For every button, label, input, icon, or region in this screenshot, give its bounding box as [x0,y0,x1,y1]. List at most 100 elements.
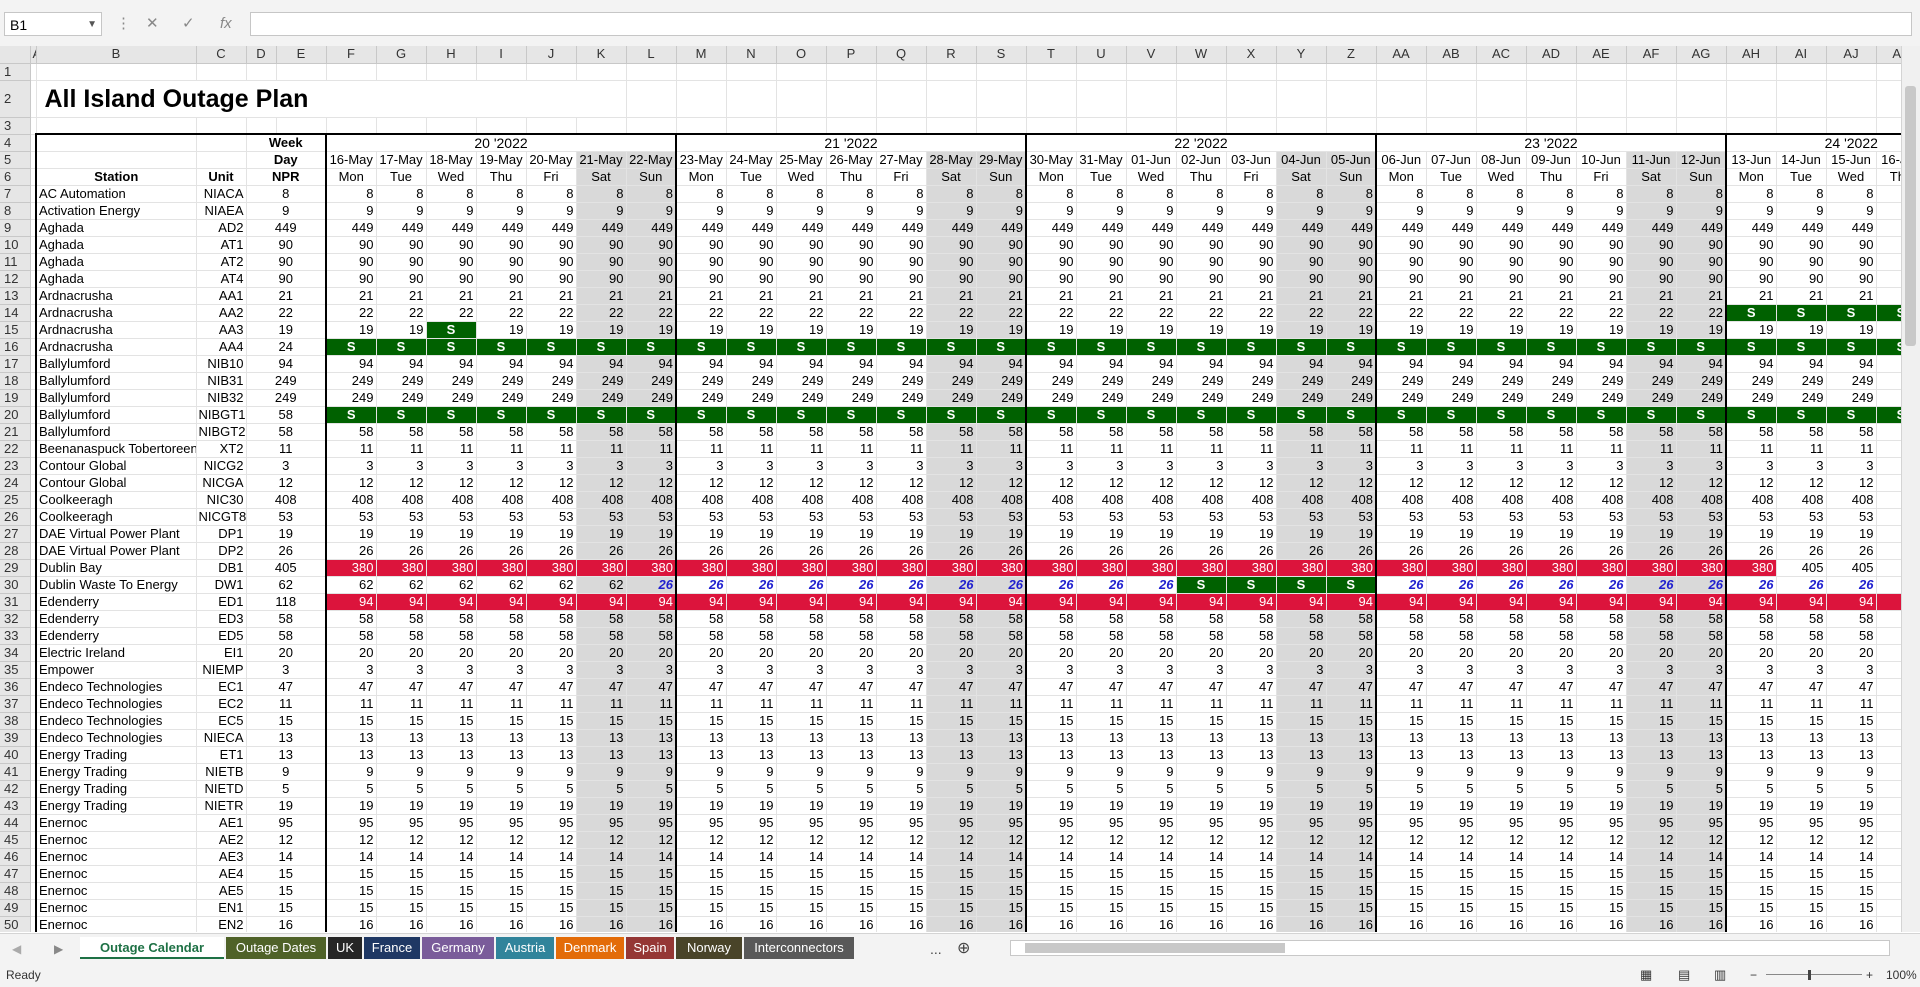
schedule-cell[interactable]: 249 [675,372,727,390]
schedule-cell[interactable]: 94 [376,355,427,373]
cell[interactable] [376,117,427,135]
schedule-cell[interactable]: 20 [1476,644,1527,662]
schedule-cell[interactable]: 22 [1375,304,1427,322]
schedule-cell[interactable]: 9 [926,763,977,781]
schedule-cell[interactable]: 15 [1276,712,1327,730]
schedule-cell[interactable]: S [626,338,677,356]
cell[interactable] [526,117,577,135]
schedule-cell[interactable]: 19 [1276,525,1327,543]
station-name[interactable]: Enernoc [35,814,197,832]
schedule-cell[interactable]: 58 [576,610,627,628]
cell[interactable] [776,117,827,135]
schedule-cell[interactable]: 408 [675,491,727,509]
schedule-cell[interactable]: 90 [1276,270,1327,288]
schedule-cell[interactable]: 13 [826,729,877,747]
schedule-cell[interactable]: 15 [1025,882,1077,900]
schedule-cell[interactable]: 26 [926,576,977,594]
schedule-cell[interactable]: 5 [1426,780,1477,798]
zoom-in-icon[interactable]: + [1866,963,1873,987]
schedule-cell[interactable]: 12 [1576,474,1627,492]
cell[interactable] [1476,80,1527,118]
schedule-cell[interactable]: 408 [1226,491,1277,509]
schedule-cell[interactable]: 15 [1676,882,1727,900]
schedule-cell[interactable]: 8 [1576,185,1627,203]
schedule-cell[interactable]: 58 [626,423,677,441]
schedule-cell[interactable]: 22 [1676,304,1727,322]
schedule-cell[interactable]: 21 [1826,287,1877,305]
schedule-cell[interactable]: 249 [726,389,777,407]
schedule-cell[interactable]: 58 [926,627,977,645]
schedule-cell[interactable]: 90 [526,236,577,254]
schedule-cell[interactable]: 58 [526,423,577,441]
schedule-cell[interactable]: 15 [926,899,977,917]
schedule-cell[interactable]: 90 [426,270,477,288]
schedule-cell[interactable]: 90 [1176,253,1227,271]
unit-code[interactable]: AT4 [196,270,247,288]
schedule-cell[interactable]: 90 [1476,236,1527,254]
column-header[interactable]: AF [1626,46,1677,64]
schedule-cell[interactable]: 53 [826,508,877,526]
schedule-cell[interactable]: 11 [1375,695,1427,713]
tab-next-icon[interactable]: ▶ [54,937,63,961]
schedule-cell[interactable]: 20 [626,644,677,662]
schedule-cell[interactable]: 3 [776,661,827,679]
schedule-cell[interactable]: 15 [926,712,977,730]
schedule-cell[interactable]: 90 [1526,236,1577,254]
schedule-cell[interactable]: 11 [1025,695,1077,713]
schedule-cell[interactable]: 12 [325,831,377,849]
schedule-cell[interactable]: S [1476,338,1527,356]
schedule-cell[interactable]: 94 [1725,593,1777,611]
schedule-cell[interactable]: 94 [1375,593,1427,611]
schedule-cell[interactable]: 13 [626,746,677,764]
schedule-cell[interactable]: 62 [325,576,377,594]
schedule-cell[interactable]: 8 [675,185,727,203]
schedule-cell[interactable]: 15 [1876,865,1902,883]
schedule-cell[interactable]: 90 [1226,253,1277,271]
schedule-cell[interactable]: 94 [1375,355,1427,373]
schedule-cell[interactable]: 449 [1676,219,1727,237]
schedule-cell[interactable]: 12 [526,831,577,849]
schedule-cell[interactable]: 380 [1476,559,1527,577]
schedule-cell[interactable]: 15 [1526,882,1577,900]
schedule-cell[interactable]: 12 [1526,831,1577,849]
schedule-cell[interactable]: 249 [526,372,577,390]
npr-value[interactable]: 9 [246,763,327,781]
row-header[interactable]: 30 [0,576,31,594]
schedule-cell[interactable]: S [426,338,477,356]
schedule-cell[interactable]: 19 [1426,321,1477,339]
schedule-cell[interactable]: 16 [1826,916,1877,932]
schedule-cell[interactable]: 13 [1576,729,1627,747]
cancel-icon[interactable]: ✕ [146,12,159,36]
schedule-cell[interactable]: 26 [876,542,927,560]
schedule-cell[interactable]: 94 [1526,593,1577,611]
row-header[interactable]: 45 [0,831,31,849]
schedule-cell[interactable]: 47 [976,678,1027,696]
schedule-cell[interactable]: 449 [1776,219,1827,237]
schedule-cell[interactable]: 19 [1826,321,1877,339]
schedule-cell[interactable]: 94 [1476,355,1527,373]
schedule-cell[interactable]: 15 [675,899,727,917]
schedule-cell[interactable]: 449 [776,219,827,237]
schedule-cell[interactable]: S [526,338,577,356]
schedule-cell[interactable]: 21 [726,287,777,305]
schedule-cell[interactable]: 15 [1725,712,1777,730]
cell[interactable] [1026,117,1077,135]
station-name[interactable]: Contour Global [35,457,197,475]
row-header[interactable]: 46 [0,848,31,866]
schedule-cell[interactable]: 19 [776,525,827,543]
schedule-cell[interactable]: 11 [526,695,577,713]
schedule-cell[interactable]: 5 [1725,780,1777,798]
schedule-cell[interactable]: 12 [1876,474,1902,492]
schedule-cell[interactable]: 11 [675,440,727,458]
schedule-cell[interactable]: 13 [1826,746,1877,764]
schedule-cell[interactable]: 94 [325,593,377,611]
schedule-cell[interactable]: 13 [1876,729,1902,747]
schedule-cell[interactable]: 26 [1725,542,1777,560]
schedule-cell[interactable]: 90 [1076,253,1127,271]
schedule-cell[interactable]: 94 [1025,355,1077,373]
schedule-cell[interactable]: 19 [826,797,877,815]
schedule-cell[interactable]: 249 [1725,389,1777,407]
column-header[interactable]: O [776,46,827,64]
schedule-cell[interactable]: 21 [1725,287,1777,305]
schedule-cell[interactable]: 12 [826,831,877,849]
